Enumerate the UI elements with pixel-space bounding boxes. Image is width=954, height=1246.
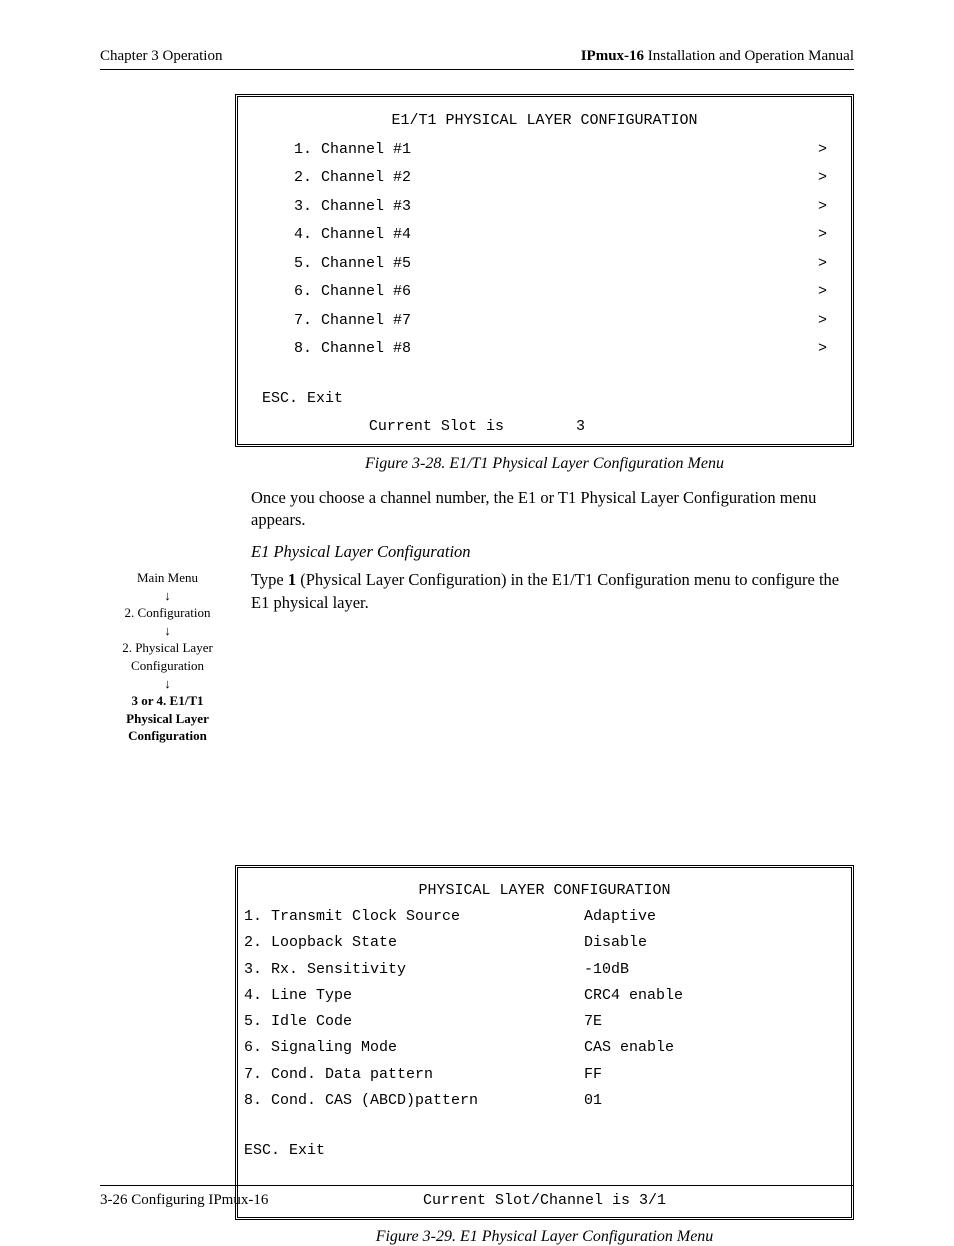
page-footer: 3-26 Configuring IPmux-16 (100, 1185, 854, 1209)
terminal-1-wrapper: E1/T1 PHYSICAL LAYER CONFIGURATION 1. Ch… (235, 94, 854, 473)
terminal-1: E1/T1 PHYSICAL LAYER CONFIGURATION 1. Ch… (235, 94, 854, 447)
term2-row: 6. Signaling ModeCAS enable (238, 1035, 851, 1061)
paragraph-2: Type 1 (Physical Layer Configuration) in… (251, 569, 854, 614)
terminal-2: PHYSICAL LAYER CONFIGURATION 1. Transmit… (235, 865, 854, 1220)
terminal-2-title: PHYSICAL LAYER CONFIGURATION (238, 878, 851, 904)
header-right-rest: Installation and Operation Manual (644, 48, 854, 64)
header-right-bold: IPmux-16 (581, 48, 644, 64)
term1-row: 6. Channel #6> (238, 278, 851, 307)
chevron-right-icon: > (818, 335, 827, 364)
body-area: Once you choose a channel number, the E1… (100, 487, 854, 745)
body-instruction: Type 1 (Physical Layer Configuration) in… (251, 569, 854, 744)
term2-row: 2. Loopback StateDisable (238, 930, 851, 956)
chevron-right-icon: > (818, 250, 827, 279)
running-header: Chapter 3 Operation IPmux-16 Installatio… (100, 48, 854, 70)
term2-row: 4. Line TypeCRC4 enable (238, 983, 851, 1009)
page: Chapter 3 Operation IPmux-16 Installatio… (0, 0, 954, 1235)
paragraph-1: Once you choose a channel number, the E1… (251, 487, 854, 532)
nav-trail: Main Menu ↓ 2. Configuration ↓ 2. Physic… (100, 569, 235, 744)
term1-row: 7. Channel #7> (238, 307, 851, 336)
term1-row: 3. Channel #3> (238, 193, 851, 222)
term1-row: 4. Channel #4> (238, 221, 851, 250)
term2-row: 7. Cond. Data patternFF (238, 1062, 851, 1088)
term1-status: Current Slot is 3 (238, 413, 851, 442)
header-left: Chapter 3 Operation (100, 48, 222, 65)
header-right: IPmux-16 Installation and Operation Manu… (581, 48, 854, 65)
term1-row: 8. Channel #8> (238, 335, 851, 364)
footer-text: 3-26 Configuring IPmux-16 (100, 1192, 268, 1208)
body-intro: Once you choose a channel number, the E1… (251, 487, 854, 570)
chevron-right-icon: > (818, 164, 827, 193)
term2-row: 1. Transmit Clock SourceAdaptive (238, 904, 851, 930)
term2-row: 8. Cond. CAS (ABCD)pattern01 (238, 1088, 851, 1114)
down-arrow-icon: ↓ (100, 622, 235, 640)
term1-row: 1. Channel #1> (238, 136, 851, 165)
term1-row: 2. Channel #2> (238, 164, 851, 193)
down-arrow-icon: ↓ (100, 675, 235, 693)
subheading: E1 Physical Layer Configuration (251, 541, 854, 563)
chevron-right-icon: > (818, 221, 827, 250)
down-arrow-icon: ↓ (100, 587, 235, 605)
figure-caption-2: Figure 3-29. E1 Physical Layer Configura… (235, 1228, 854, 1246)
chevron-right-icon: > (818, 278, 827, 307)
terminal-1-title: E1/T1 PHYSICAL LAYER CONFIGURATION (238, 107, 851, 136)
term1-row: 5. Channel #5> (238, 250, 851, 279)
term2-row: 5. Idle Code7E (238, 1009, 851, 1035)
chevron-right-icon: > (818, 136, 827, 165)
term2-esc: ESC. Exit (238, 1138, 851, 1164)
term1-esc: ESC. Exit (238, 385, 851, 414)
chevron-right-icon: > (818, 307, 827, 336)
term2-row: 3. Rx. Sensitivity-10dB (238, 957, 851, 983)
chevron-right-icon: > (818, 193, 827, 222)
figure-caption-1: Figure 3-28. E1/T1 Physical Layer Config… (235, 455, 854, 473)
